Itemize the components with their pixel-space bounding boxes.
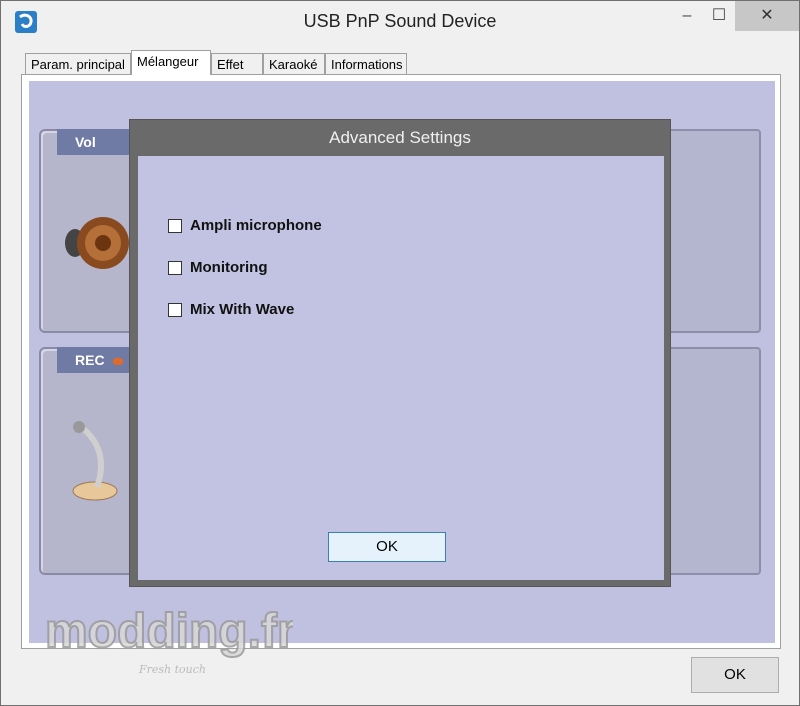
volume-card: Vol (39, 129, 143, 333)
record-card: REC (39, 347, 143, 575)
tab-effet[interactable]: Effet (211, 53, 263, 74)
sound-device-window: USB PnP Sound Device – ☐ ✕ Param. princi… (0, 0, 800, 706)
dialog-body: Ampli microphone Monitoring Mix With Wav… (138, 156, 664, 580)
monitoring-label: Monitoring (190, 259, 268, 276)
monitoring-checkbox[interactable] (168, 261, 182, 275)
modding-watermark: modding.fr Fresh touch (43, 599, 297, 679)
maximize-button[interactable]: ☐ (703, 1, 735, 31)
svg-text:Fresh touch: Fresh touch (138, 663, 206, 676)
svg-text:modding.fr: modding.fr (45, 605, 293, 658)
mix-with-wave-label: Mix With Wave (190, 301, 295, 318)
volume-badge: Vol (57, 129, 135, 155)
advanced-settings-dialog: Advanced Settings Ampli microphone Monit… (129, 119, 671, 587)
record-badge: REC (57, 347, 135, 373)
ampli-microphone-checkbox[interactable] (168, 219, 182, 233)
ok-button[interactable]: OK (691, 657, 779, 693)
record-label: REC (75, 352, 105, 368)
tab-melangeur[interactable]: Mélangeur (131, 50, 211, 75)
tab-param-principal[interactable]: Param. principal (25, 53, 131, 74)
dialog-title: Advanced Settings (329, 128, 471, 147)
title-bar: USB PnP Sound Device – ☐ ✕ (1, 1, 799, 41)
microphone-icon (72, 421, 118, 501)
tab-karaoke[interactable]: Karaoké (263, 53, 325, 74)
volume-label: Vol (75, 134, 96, 150)
volume-card-right (665, 129, 761, 333)
speaker-icon (65, 217, 129, 269)
record-dot-icon (113, 358, 124, 365)
record-card-right (665, 347, 761, 575)
minimize-button[interactable]: – (671, 1, 703, 31)
close-button[interactable]: ✕ (735, 1, 799, 31)
mix-with-wave-checkbox[interactable] (168, 303, 182, 317)
tab-informations[interactable]: Informations (325, 53, 407, 74)
dialog-ok-button[interactable]: OK (328, 532, 446, 562)
ampli-microphone-label: Ampli microphone (190, 217, 322, 234)
